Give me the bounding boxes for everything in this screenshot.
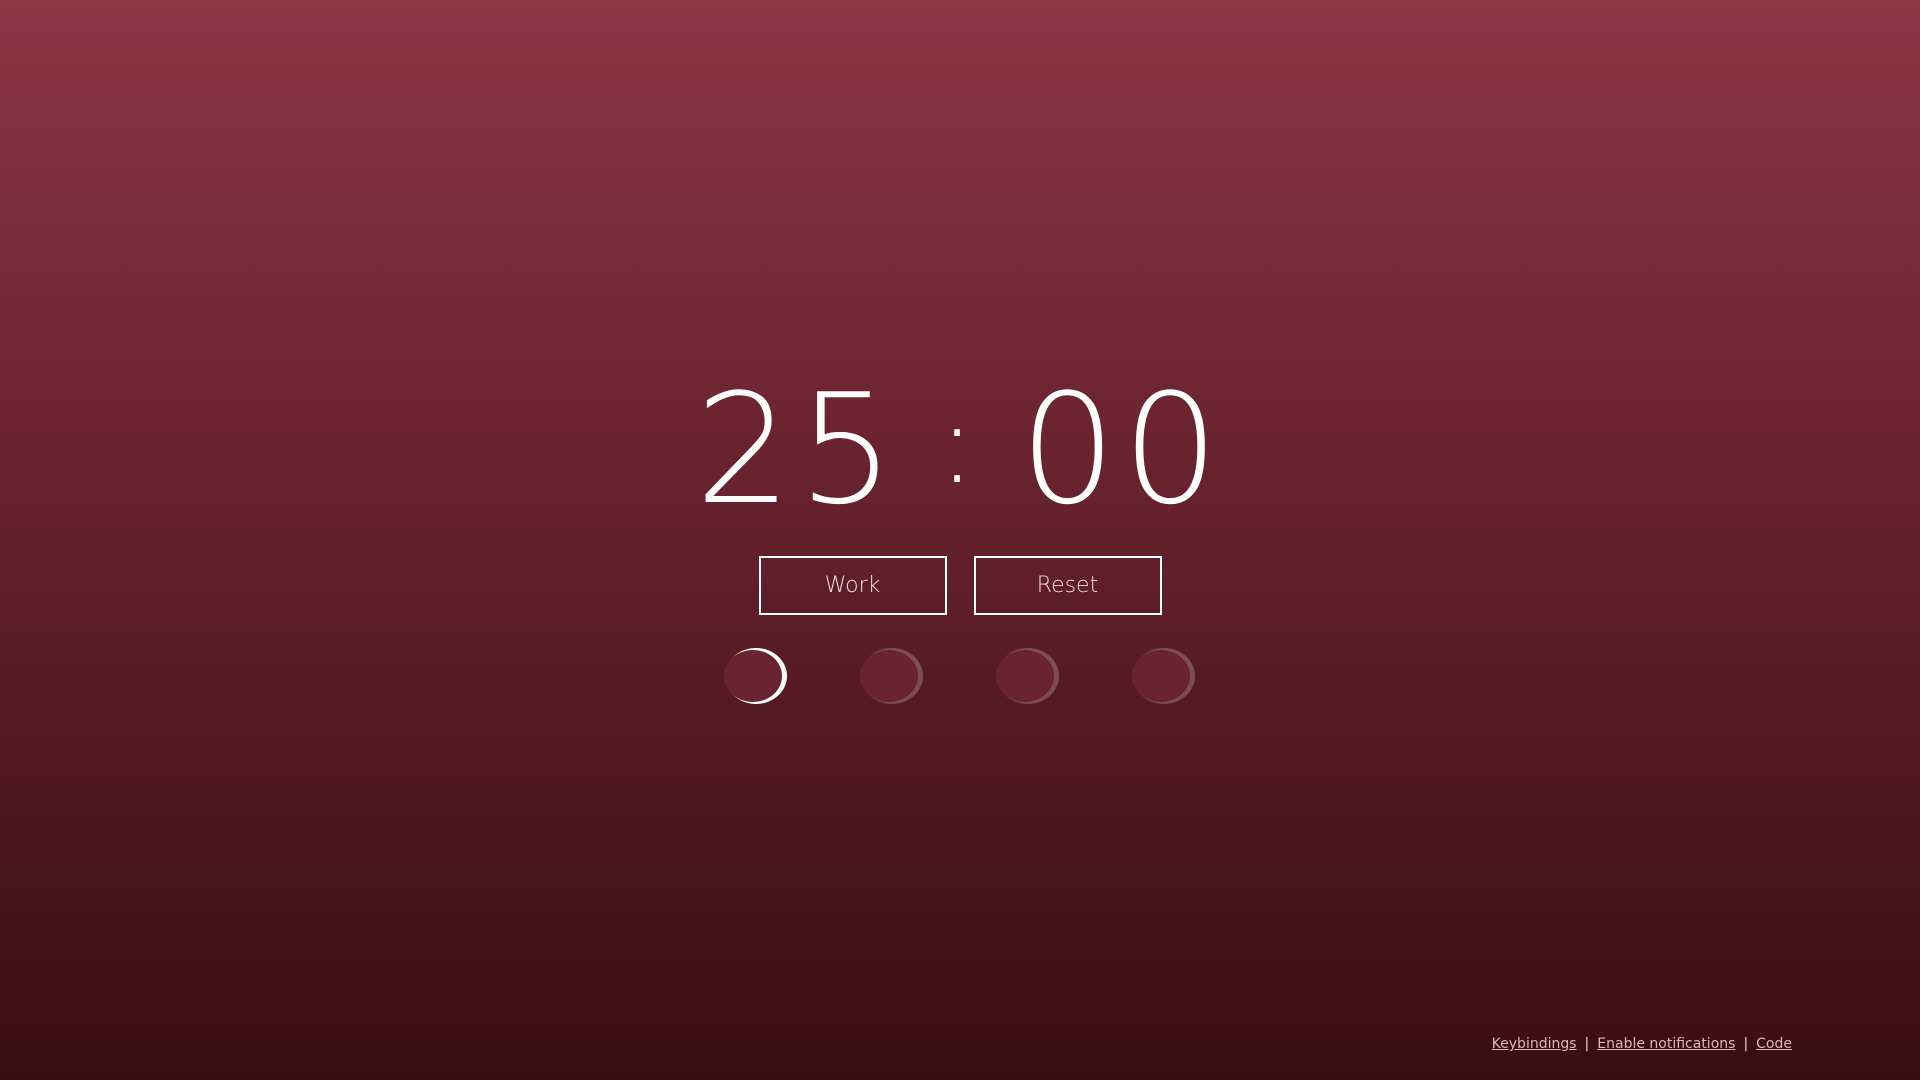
timer-separator: :: [938, 380, 982, 508]
session-moon-icon-2: [860, 648, 923, 704]
footer-separator: |: [1743, 1036, 1749, 1052]
timer-minutes: 25: [695, 361, 901, 538]
footer-separator: |: [1584, 1036, 1590, 1052]
code-link[interactable]: Code: [1756, 1036, 1792, 1052]
enable-notifications-link[interactable]: Enable notifications: [1597, 1036, 1735, 1052]
session-indicators: [724, 646, 1196, 706]
footer-links: Keybindings | Enable notifications | Cod…: [1492, 1036, 1792, 1052]
session-moon-icon-4: [1132, 648, 1195, 704]
work-button[interactable]: Work: [758, 556, 947, 615]
keybindings-link[interactable]: Keybindings: [1492, 1036, 1577, 1052]
control-buttons: Work Reset: [0, 556, 1920, 615]
timer-display: 25 : 00: [0, 365, 1920, 535]
reset-button[interactable]: Reset: [973, 556, 1162, 615]
session-moon-icon-3: [996, 648, 1059, 704]
timer-seconds: 00: [1019, 361, 1225, 538]
session-moon-icon-1: [724, 648, 787, 704]
